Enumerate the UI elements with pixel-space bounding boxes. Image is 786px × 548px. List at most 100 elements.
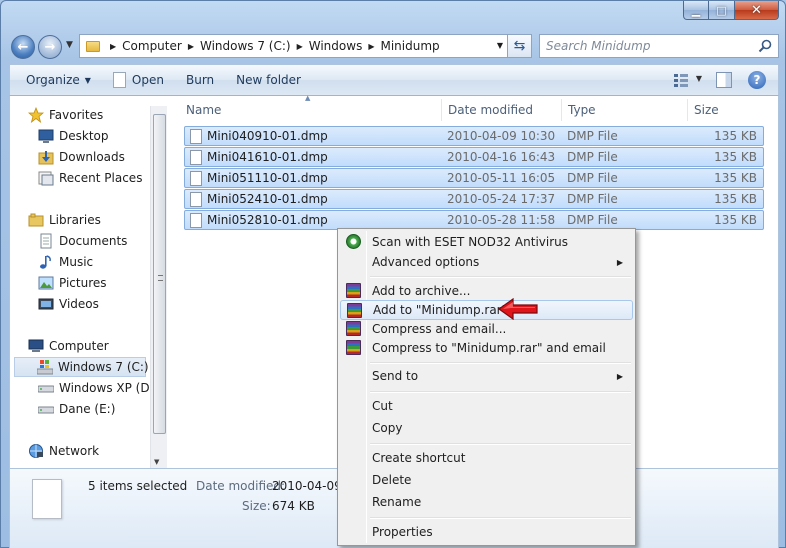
recent-pages-dropdown[interactable]: ▼ — [66, 40, 73, 50]
star-icon — [28, 107, 44, 123]
nav-recent-places[interactable]: Recent Places — [38, 168, 142, 188]
menu-add-archive-label: Add to archive... — [372, 284, 471, 298]
scroll-down-icon[interactable]: ▼ — [154, 458, 159, 466]
file-type: DMP File — [567, 192, 618, 206]
nav-drive-d[interactable]: Windows XP (D:) — [38, 378, 158, 398]
nav-drive-c-label: Windows 7 (C:) — [58, 360, 149, 374]
menu-item-compress-email[interactable]: Compress and email... — [340, 319, 633, 339]
nav-drive-e-label: Dane (E:) — [59, 402, 116, 416]
help-icon[interactable]: ? — [748, 71, 766, 89]
nav-scrollbar-thumb[interactable] — [153, 114, 166, 434]
nav-libraries-label: Libraries — [49, 213, 101, 227]
menu-compress-rar-email-label: Compress to "Minidump.rar" and email — [372, 341, 606, 355]
nav-recent-label: Recent Places — [59, 171, 143, 185]
forward-button[interactable]: → — [38, 35, 62, 59]
chevron-right-icon[interactable]: ▶ — [188, 42, 194, 51]
nav-videos-label: Videos — [59, 297, 99, 311]
menu-item-create-shortcut[interactable]: Create shortcut — [340, 448, 633, 468]
view-dropdown-icon[interactable]: ▼ — [696, 74, 702, 83]
file-size: 135 KB — [714, 129, 757, 143]
file-row[interactable]: Mini040910-01.dmp 2010-04-09 10:30 DMP F… — [184, 126, 764, 146]
minimize-icon: ▁ — [691, 3, 701, 17]
menu-item-advanced[interactable]: Advanced options ▶ — [340, 252, 633, 272]
column-header-type[interactable]: Type — [562, 99, 688, 121]
file-row[interactable]: Mini051110-01.dmp 2010-05-11 16:05 DMP F… — [184, 168, 764, 188]
nav-documents[interactable]: Documents — [38, 231, 127, 251]
winrar-icon — [346, 340, 361, 355]
organize-button[interactable]: Organize ▼ — [20, 68, 97, 92]
burn-button[interactable]: Burn — [180, 68, 220, 92]
search-input[interactable]: Search Minidump — [539, 34, 779, 58]
nav-desktop[interactable]: Desktop — [38, 126, 109, 146]
file-size: 135 KB — [714, 171, 757, 185]
nav-pictures[interactable]: Pictures — [38, 273, 107, 293]
file-thumbnail-icon — [32, 479, 62, 519]
file-name: Mini052410-01.dmp — [207, 192, 328, 206]
menu-item-add-archive[interactable]: Add to archive... — [340, 281, 633, 301]
menu-separator — [370, 517, 631, 519]
winrar-icon — [347, 303, 362, 318]
menu-item-delete[interactable]: Delete — [340, 470, 633, 490]
menu-item-cut[interactable]: Cut — [340, 396, 633, 416]
nav-libraries[interactable]: Libraries — [28, 210, 101, 230]
menu-item-send-to[interactable]: Send to ▶ — [340, 366, 633, 386]
nav-drive-e[interactable]: Dane (E:) — [38, 399, 115, 419]
file-row[interactable]: Mini052810-01.dmp 2010-05-28 11:58 DMP F… — [184, 210, 764, 230]
column-name-label: Name — [186, 103, 222, 117]
menu-item-copy[interactable]: Copy — [340, 418, 633, 438]
menu-item-scan[interactable]: Scan with ESET NOD32 Antivirus — [340, 232, 633, 252]
file-date: 2010-05-11 16:05 — [447, 171, 556, 185]
menu-separator — [370, 391, 631, 393]
computer-icon — [28, 339, 44, 352]
nav-downloads[interactable]: Downloads — [38, 147, 125, 167]
breadcrumb-windows7[interactable]: Windows 7 (C:) — [200, 39, 291, 53]
nav-drive-c[interactable]: Windows 7 (C:) — [14, 357, 149, 377]
nav-videos[interactable]: Videos — [38, 294, 99, 314]
chevron-right-icon[interactable]: ▶ — [368, 42, 374, 51]
new-folder-button[interactable]: New folder — [230, 68, 307, 92]
file-name: Mini051110-01.dmp — [207, 171, 328, 185]
preview-pane-icon[interactable] — [716, 72, 732, 88]
menu-properties-label: Properties — [372, 525, 433, 539]
file-type: DMP File — [567, 171, 618, 185]
chevron-right-icon[interactable]: ▶ — [297, 42, 303, 51]
menu-item-add-rar[interactable]: Add to "Minidump.rar" — [340, 300, 633, 320]
address-bar[interactable]: ▶ Computer ▶ Windows 7 (C:) ▶ Windows ▶ … — [79, 34, 508, 58]
chevron-right-icon[interactable]: ▶ — [110, 42, 116, 51]
file-row[interactable]: Mini052410-01.dmp 2010-05-24 17:37 DMP F… — [184, 189, 764, 209]
breadcrumb-minidump[interactable]: Minidump — [380, 39, 439, 53]
column-header-size[interactable]: Size — [688, 99, 768, 121]
nav-pictures-label: Pictures — [59, 276, 107, 290]
maximize-button[interactable]: □ — [709, 1, 735, 20]
nav-network[interactable]: Network — [28, 441, 99, 461]
nav-scrollbar[interactable]: ▼ — [150, 106, 167, 468]
nav-computer[interactable]: Computer — [28, 336, 109, 356]
menu-separator — [370, 276, 631, 278]
menu-item-properties[interactable]: Properties — [340, 522, 633, 542]
refresh-button[interactable]: ⇆ — [508, 34, 532, 58]
column-header-date[interactable]: Date modified — [442, 99, 562, 121]
nav-network-label: Network — [49, 444, 100, 458]
breadcrumb-computer[interactable]: Computer — [122, 39, 182, 53]
menu-send-to-label: Send to — [372, 369, 419, 383]
nav-computer-label: Computer — [49, 339, 109, 353]
file-row[interactable]: Mini041610-01.dmp 2010-04-16 16:43 DMP F… — [184, 147, 764, 167]
caption-buttons: ▁ □ ✕ — [683, 1, 779, 21]
close-button[interactable]: ✕ — [735, 1, 779, 20]
minimize-button[interactable]: ▁ — [683, 1, 709, 20]
nav-favorites[interactable]: Favorites — [28, 105, 103, 125]
view-options-icon[interactable] — [674, 73, 688, 87]
search-icon[interactable] — [758, 39, 772, 53]
open-button[interactable]: Open — [107, 68, 170, 92]
back-button[interactable]: ← — [11, 35, 35, 59]
burn-label: Burn — [185, 73, 215, 87]
nav-music[interactable]: Music — [38, 252, 93, 272]
address-dropdown-icon[interactable]: ▼ — [497, 41, 503, 50]
column-header-name[interactable]: Name — [180, 99, 442, 121]
nav-drive-d-label: Windows XP (D:) — [59, 381, 159, 395]
menu-item-rename[interactable]: Rename — [340, 492, 633, 512]
breadcrumb-windows[interactable]: Windows — [309, 39, 363, 53]
menu-item-compress-rar-email[interactable]: Compress to "Minidump.rar" and email — [340, 338, 633, 358]
context-menu: Scan with ESET NOD32 Antivirus Advanced … — [337, 228, 636, 546]
drive-icon — [38, 406, 54, 414]
